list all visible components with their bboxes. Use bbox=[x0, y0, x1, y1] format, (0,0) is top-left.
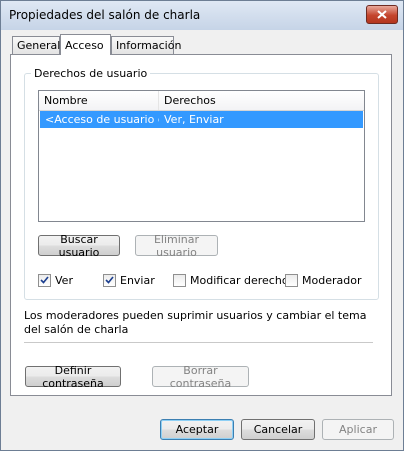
tab-general-label: General bbox=[17, 39, 61, 52]
close-button[interactable] bbox=[366, 5, 398, 24]
tab-panel-acceso: Derechos de usuario Nombre Derechos <Acc… bbox=[10, 54, 392, 396]
apply-button[interactable]: Aplicar bbox=[322, 419, 394, 440]
window-title: Propiedades del salón de charla bbox=[9, 8, 201, 22]
checkbox-ver-label: Ver bbox=[55, 273, 73, 287]
checkbox-modificar-derechos[interactable]: Modificar derechos bbox=[173, 273, 294, 287]
define-password-button[interactable]: Definir contraseña bbox=[25, 364, 121, 390]
remove-user-button[interactable]: Eliminar usuario bbox=[135, 233, 218, 259]
user-rights-list[interactable]: Nombre Derechos <Acceso de usuario g... … bbox=[38, 90, 365, 222]
list-item[interactable]: <Acceso de usuario g... Ver, Enviar bbox=[40, 111, 363, 128]
column-header-name[interactable]: Nombre bbox=[39, 91, 159, 110]
cancel-button[interactable]: Cancelar bbox=[241, 419, 315, 440]
search-user-button[interactable]: Buscar usuario bbox=[38, 233, 120, 259]
checkmark-icon bbox=[40, 276, 49, 284]
checkbox-moderador-box[interactable] bbox=[285, 273, 298, 287]
checkbox-modificar-derechos-label: Modificar derechos bbox=[190, 273, 295, 287]
user-rights-group-label: Derechos de usuario bbox=[31, 67, 151, 80]
checkbox-enviar-box[interactable] bbox=[103, 273, 116, 287]
separator bbox=[24, 342, 373, 343]
checkbox-enviar-label: Enviar bbox=[120, 273, 155, 287]
column-header-rights[interactable]: Derechos bbox=[159, 91, 364, 110]
tab-acceso-label: Acceso bbox=[65, 38, 104, 52]
list-item-name: <Acceso de usuario g... bbox=[45, 113, 159, 126]
dialog-window: Propiedades del salón de charla General … bbox=[0, 0, 404, 451]
clear-password-button[interactable]: Borrar contraseña bbox=[152, 364, 249, 390]
checkmark-icon bbox=[105, 276, 114, 284]
title-bar[interactable]: Propiedades del salón de charla bbox=[1, 1, 403, 30]
tab-general[interactable]: General bbox=[12, 36, 60, 54]
checkbox-moderador[interactable]: Moderador bbox=[285, 273, 361, 287]
checkbox-enviar[interactable]: Enviar bbox=[103, 273, 155, 287]
checkbox-moderador-label: Moderador bbox=[302, 273, 362, 287]
checkbox-modificar-derechos-box[interactable] bbox=[173, 273, 186, 287]
ok-button[interactable]: Aceptar bbox=[160, 419, 234, 440]
checkbox-ver[interactable]: Ver bbox=[38, 273, 73, 287]
tab-informacion-label: Información bbox=[116, 39, 182, 52]
moderator-note: Los moderadores pueden suprimir usuarios… bbox=[24, 309, 367, 336]
list-header: Nombre Derechos bbox=[39, 91, 364, 111]
tab-informacion[interactable]: Información bbox=[111, 36, 181, 54]
close-icon bbox=[377, 10, 387, 19]
checkbox-ver-box[interactable] bbox=[38, 273, 51, 287]
list-item-rights: Ver, Enviar bbox=[164, 113, 224, 126]
tab-acceso[interactable]: Acceso bbox=[60, 34, 111, 55]
